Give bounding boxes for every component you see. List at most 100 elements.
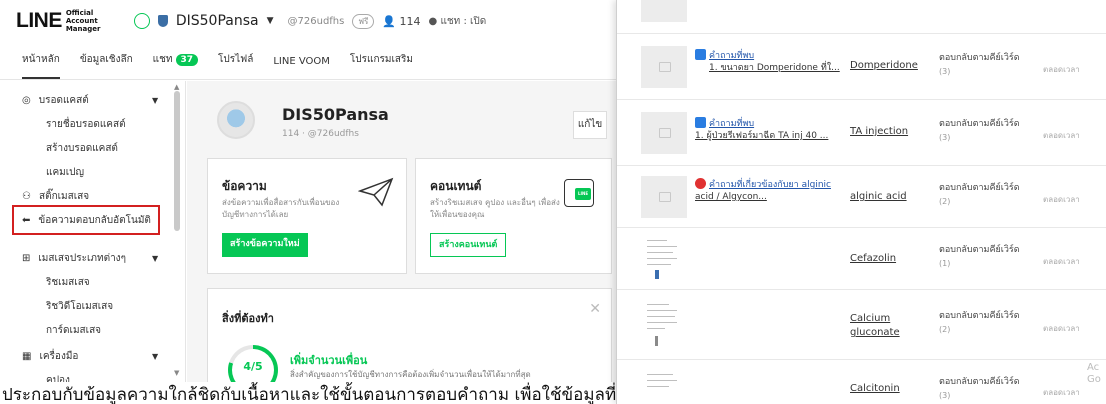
scroll-up-arrow[interactable]: ▲ [174,83,179,91]
keyword-link[interactable]: Cefazolin [850,252,930,266]
reply-mode: ตอบกลับตามคีย์เวิร์ด (2) [939,310,1020,336]
sidebar-item-rich-message[interactable]: ริชเมสเสจ [46,275,90,290]
reply-time: ตลอดเวลา [1043,195,1080,204]
image-placeholder-icon [659,128,671,138]
reply-mode-label: ตอบกลับตามคีย์เวิร์ด [939,183,1020,193]
scroll-down-arrow[interactable]: ▼ [174,369,179,377]
sidebar-item-auto-reply[interactable]: ⬅ ข้อความตอบกลับอัตโนมัติ [22,213,151,228]
chat-status: ● แชท : เปิด [429,14,487,29]
account-switch-icon[interactable] [133,13,150,29]
create-content-button[interactable]: สร้างคอนเทนต์ [430,233,507,257]
doc-line [647,258,677,259]
faq-icon [695,117,706,128]
sidebar-item-coupon[interactable]: คูปอง [46,373,70,382]
progress-ring: 4/5 [228,345,278,382]
content-card: คอนเทนต์ สร้างริชเมสเสจ คูปอง และอื่นๆ เ… [415,158,612,274]
sidebar-section-message-types[interactable]: ⊞ เมสเสจประเภทต่างๆ ▼ [22,251,158,266]
tab-insights[interactable]: ข้อมูลเชิงลึก [80,52,133,79]
list-item[interactable] [617,0,1106,34]
avatar[interactable] [217,101,255,139]
keyword-link[interactable]: TA injection [850,125,930,139]
thumbnail [641,0,687,22]
reply-mode-count: (1) [939,259,951,268]
reply-mode-label: ตอบกลับตามคีย์เวิร์ด [939,377,1020,387]
friend-count: 👤 114 [382,15,420,28]
reply-mode-count: (2) [939,197,951,206]
sidebar-section-broadcast[interactable]: ◎ บรอดแคสต์ ▼ [22,93,158,108]
sidebar-item-campaign[interactable]: แคมเปญ [46,165,84,180]
edit-profile-button[interactable]: แก้ไข [573,111,607,139]
reply-mode-label: ตอบกลับตามคีย์เวิร์ด [939,245,1020,255]
reply-tag: คำถามที่เกี่ยวข้องกับยา alginic [709,180,831,190]
auto-reply-list: คำถามที่พบ 1. ขนาดยา Domperidone ที่ใ...… [616,0,1106,404]
sidebar-scrollbar[interactable] [174,91,180,231]
list-item[interactable]: คำถามที่เกี่ยวข้องกับยา alginic acid / A… [617,166,1106,228]
chevron-down-icon[interactable]: ▼ [152,96,158,105]
reply-preview[interactable]: คำถามที่เกี่ยวข้องกับยา alginic acid / A… [695,178,845,203]
reply-mode-count: (2) [939,325,951,334]
tab-home[interactable]: หน้าหลัก [22,52,60,79]
list-item[interactable]: Calcitonin ตอบกลับตามคีย์เวิร์ด (3) ตลอดเ… [617,360,1106,404]
reply-mode-label: ตอบกลับตามคีย์เวิร์ด [939,119,1020,129]
reply-tag: คำถามที่พบ [709,119,755,129]
plan-badge: ฟรี [352,13,375,29]
line-logo[interactable]: LINE [16,9,62,33]
chevron-down-icon[interactable]: ▼ [152,352,158,361]
chevron-down-icon[interactable]: ▼ [152,254,158,263]
list-item[interactable]: คำถามที่พบ 1. ผู้ป่วยรีเฟอร์มาฉีด TA inj… [617,100,1106,166]
broadcast-icon: ◎ [22,95,31,106]
keyword-link[interactable]: Calcium gluconate [850,312,930,340]
sidebar-item-sticker[interactable]: ⚇ สติ๊กเมสเสจ [22,189,89,204]
profile-summary: DIS50Pansa 114 · @726udfhs แก้ไข [207,89,607,151]
friend-count-value: 114 [399,14,421,28]
sidebar-section-label: เมสเสจประเภทต่างๆ [38,253,126,264]
paper-plane-icon [358,177,394,207]
oa-manager-home: LINE Official Account Manager DIS50Pansa… [0,0,616,382]
sidebar-item-broadcast-list[interactable]: รายชื่อบรอดแคสต์ [46,117,126,132]
doc-line [647,240,667,241]
reply-preview[interactable]: คำถามที่พบ 1. ผู้ป่วยรีเฟอร์มาฉีด TA inj… [695,117,845,142]
reply-detail: 1. ขนาดยา Domperidone ที่ใ... [709,63,840,73]
list-item[interactable]: คำถามที่พบ 1. ขนาดยา Domperidone ที่ใ...… [617,34,1106,100]
content-card-icon: LINE [564,179,594,207]
tab-profile[interactable]: โปรไฟล์ [218,52,253,79]
keyword-link[interactable]: Calcitonin [850,382,930,396]
image-placeholder-icon [659,62,671,72]
document-thumbnail [641,368,687,404]
sidebar-item-rich-video[interactable]: ริชวิดีโอเมสเสจ [46,299,113,314]
sidebar-item-create-broadcast[interactable]: สร้างบรอดแคสต์ [46,141,118,156]
doc-line [647,252,673,253]
create-message-button[interactable]: สร้างข้อความใหม่ [222,233,308,257]
thumbnail [641,176,687,218]
tab-line-voom[interactable]: LINE VOOM [273,56,330,79]
list-item[interactable]: Cefazolin ตอบกลับตามคีย์เวิร์ด (1) ตลอดเว… [617,228,1106,290]
reply-mode: ตอบกลับตามคีย์เวิร์ด (3) [939,376,1020,402]
tab-extensions[interactable]: โปรแกรมเสริม [350,52,413,79]
chevron-down-icon[interactable]: ▼ [267,16,274,26]
close-icon[interactable]: ✕ [589,301,601,317]
reply-time: ตลอดเวลา [1043,65,1080,74]
doc-line [647,246,677,247]
list-item[interactable]: Calcium gluconate ตอบกลับตามคีย์เวิร์ด (2… [617,290,1106,360]
auto-reply-icon: ⬅ [22,215,31,226]
top-bar: LINE Official Account Manager DIS50Pansa… [0,0,616,42]
reply-preview[interactable]: คำถามที่พบ 1. ขนาดยา Domperidone ที่ใ... [695,49,845,74]
main-nav: หน้าหลัก ข้อมูลเชิงลึก แชท 37 โปรไฟล์ LIN… [0,42,616,80]
reply-detail: 1. ผู้ป่วยรีเฟอร์มาฉีด TA inj 40 ... [695,131,829,141]
sidebar-section-label: เครื่องมือ [39,351,79,362]
tab-chat[interactable]: แชท 37 [153,52,199,79]
tools-icon: ▦ [22,351,32,362]
people-icon: 👤 [382,14,397,28]
account-name[interactable]: DIS50Pansa [176,13,259,29]
sidebar-item-label: ข้อความตอบกลับอัตโนมัติ [38,215,151,226]
reply-mode-label: ตอบกลับตามคีย์เวิร์ด [939,311,1020,321]
keyword-link[interactable]: alginic acid [850,190,930,204]
card-title: ข้อความ [222,179,267,193]
keyword-link[interactable]: Domperidone [850,59,930,73]
sidebar-item-card-message[interactable]: การ์ดเมสเสจ [46,323,101,338]
todo-heading[interactable]: เพิ่มจำนวนเพื่อน [290,351,367,369]
reply-detail: acid / Algycon... [695,192,767,202]
card-description: ส่งข้อความเพื่อสื่อสารกับเพื่อนของบัญชีท… [222,198,340,219]
sidebar-section-tools[interactable]: ▦ เครื่องมือ ▼ [22,349,158,364]
doc-line [647,374,673,375]
